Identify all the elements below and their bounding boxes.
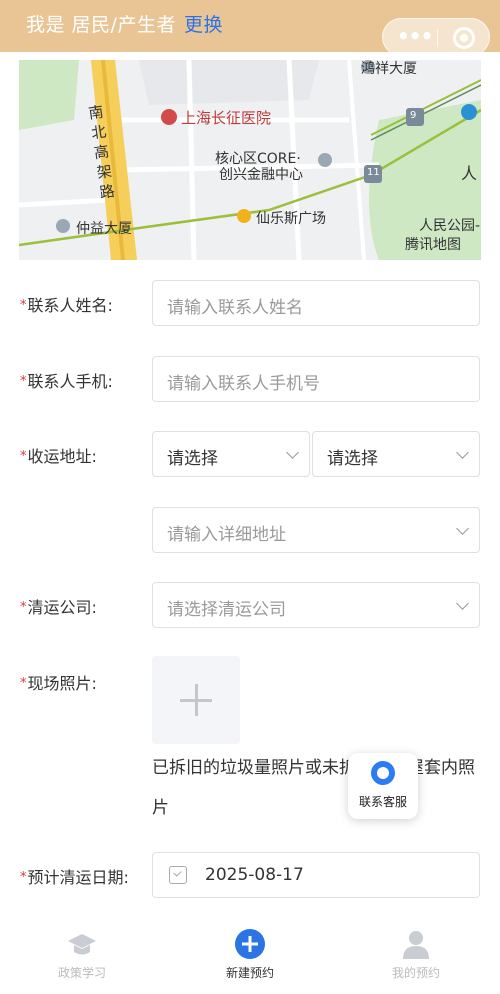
contact-name-placeholder: 请输入联系人姓名: [167, 298, 303, 318]
role-text: 我是 居民/产生者: [26, 14, 176, 36]
photo-upload-button[interactable]: [152, 656, 240, 744]
close-miniprogram-icon[interactable]: [453, 27, 475, 49]
miniprogram-capsule: •••: [382, 18, 490, 56]
tab-new-booking[interactable]: 新建预约: [190, 928, 310, 981]
capsule-divider: [437, 29, 438, 47]
headset-icon: [371, 761, 395, 785]
address-label: *收运地址:: [20, 447, 97, 466]
customer-service-label: 联系客服: [358, 795, 407, 809]
chevron-down-icon: [456, 597, 469, 610]
user-icon: [400, 928, 432, 960]
chevron-down-icon: [456, 522, 469, 535]
map-label-tower: 鸿祥大厦: [361, 61, 417, 77]
location-map[interactable]: 鸿祥大厦 上海长征医院 南北高架路 核心区CORE· 创兴金融中心 仲益大厦 仙…: [19, 60, 481, 260]
customer-service-button[interactable]: 联系客服: [348, 753, 418, 819]
calendar-icon: [169, 866, 187, 884]
pickup-date-picker[interactable]: 2025-08-17: [152, 852, 480, 898]
address-select-1-text: 请选择: [167, 449, 218, 469]
graduation-cap-icon: [66, 928, 98, 960]
bottom-nav: 政策学习 新建预约 我的预约: [0, 920, 500, 994]
tab-my-bookings-label: 我的预约: [391, 966, 440, 980]
company-label: *清运公司:: [20, 598, 97, 617]
tab-policy-learning-label: 政策学习: [57, 966, 106, 980]
map-label-zhongyi: 仲益大厦: [76, 221, 132, 237]
address-detail-placeholder: 请输入详细地址: [167, 525, 286, 545]
chevron-down-icon: [286, 446, 299, 459]
name-label: *联系人姓名:: [20, 296, 113, 315]
address-select-2-text: 请选择: [327, 449, 378, 469]
phone-label: *联系人手机:: [20, 372, 113, 391]
role-indicator: 我是 居民/产生者 更换: [26, 10, 223, 37]
company-select[interactable]: 请选择清运公司: [152, 582, 480, 628]
change-role-link[interactable]: 更换: [184, 14, 223, 36]
map-label-mall: 仙乐斯广场: [256, 211, 326, 227]
date-label: *预计清运日期:: [20, 868, 129, 887]
address-detail-input[interactable]: 请输入详细地址: [152, 507, 480, 553]
photo-hint: 已拆旧的垃圾量照片或未拆旧的房屋套内照片: [152, 758, 475, 818]
tab-my-bookings[interactable]: 我的预约: [356, 928, 476, 981]
contact-phone-input[interactable]: 请输入联系人手机号: [152, 356, 480, 402]
tab-policy-learning[interactable]: 政策学习: [22, 928, 142, 981]
metro-badge-11: 11: [367, 167, 380, 178]
more-icon[interactable]: •••: [397, 26, 433, 46]
pickup-date-value: 2025-08-17: [205, 865, 304, 885]
tab-new-booking-label: 新建预约: [225, 966, 274, 980]
top-bar: 我是 居民/产生者 更换 •••: [0, 0, 500, 56]
plus-circle-icon: [234, 928, 266, 960]
chevron-down-icon: [456, 446, 469, 459]
map-label-hospital: 上海长征医院: [181, 109, 272, 127]
address-select-1[interactable]: 请选择: [152, 431, 310, 477]
map-label-finance: 创兴金融中心: [219, 167, 303, 183]
metro-badge-9: 9: [410, 110, 417, 121]
address-select-2[interactable]: 请选择: [312, 431, 480, 477]
map-provider-logo: 腾讯地图: [405, 237, 461, 253]
map-label-park: 人民公园-: [419, 218, 481, 234]
company-placeholder: 请选择清运公司: [167, 600, 286, 620]
contact-name-input[interactable]: 请输入联系人姓名: [152, 280, 480, 326]
photo-label: *现场照片:: [20, 674, 97, 693]
contact-phone-placeholder: 请输入联系人手机号: [167, 374, 320, 394]
map-label-ren: 人: [461, 164, 478, 183]
